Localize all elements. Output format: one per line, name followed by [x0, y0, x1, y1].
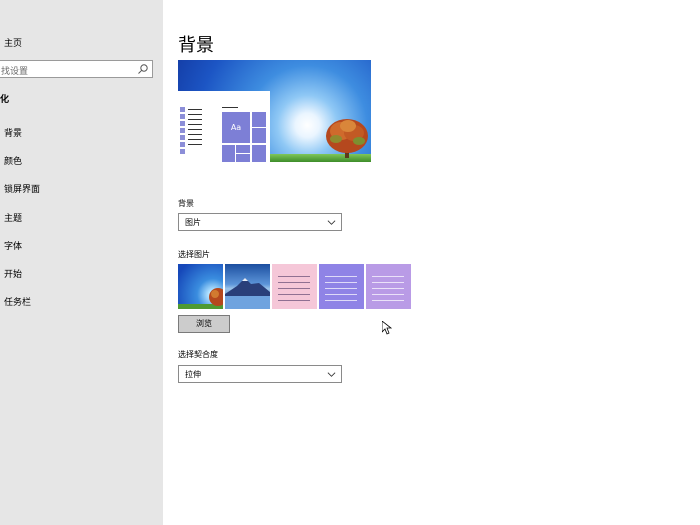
sidebar-item-colors[interactable]: 颜色: [4, 154, 22, 167]
mockup-tile: [252, 128, 266, 143]
handwriting-lines: [325, 276, 357, 306]
background-dropdown[interactable]: 图片: [178, 213, 342, 231]
sidebar-item-taskbar[interactable]: 任务栏: [4, 295, 31, 308]
picture-thumbnail-5[interactable]: [366, 264, 411, 309]
mockup-tile-aa: Aa: [222, 112, 250, 143]
mockup-tile: [222, 145, 235, 162]
mockup-tile: [252, 112, 266, 127]
sidebar-item-lockscreen[interactable]: 锁屏界面: [4, 182, 40, 195]
search-placeholder: 找设置: [1, 67, 29, 77]
mockup-menu-lines: [188, 109, 204, 149]
handwriting-lines: [372, 276, 404, 306]
page-title: 背景: [178, 35, 214, 56]
main-content: 背景 Aa 背景 图片 选择图片 浏览 选择契合度 拉伸: [163, 0, 700, 525]
picture-thumbnail-3[interactable]: [272, 264, 317, 309]
chevron-down-icon: [327, 372, 336, 377]
home-link[interactable]: 主页: [4, 36, 22, 49]
picture-thumbnail-4[interactable]: [319, 264, 364, 309]
mouse-cursor-icon: [382, 321, 392, 335]
window-mockup: Aa: [178, 91, 270, 162]
sidebar-item-start[interactable]: 开始: [4, 267, 22, 280]
tree-thumbnail-icon: [178, 288, 223, 309]
background-dropdown-value: 图片: [185, 218, 201, 227]
section-heading: 化: [0, 95, 10, 105]
choose-picture-label: 选择图片: [178, 250, 210, 259]
desktop-preview: Aa: [178, 60, 371, 162]
mockup-title-line: [222, 107, 238, 108]
sidebar: 主页 找设置 化 背景 颜色 锁屏界面 主题 字体 开始 任务栏: [0, 0, 163, 525]
sidebar-item-background[interactable]: 背景: [4, 126, 22, 139]
picture-thumbnail-1[interactable]: [178, 264, 223, 309]
mockup-side-tiles: [180, 107, 186, 162]
fit-label: 选择契合度: [178, 350, 218, 359]
fit-dropdown-value: 拉伸: [185, 370, 201, 379]
mockup-tile: [252, 145, 266, 162]
sidebar-item-fonts[interactable]: 字体: [4, 239, 22, 252]
browse-button[interactable]: 浏览: [178, 315, 230, 333]
mountain-thumbnail-icon: [225, 278, 270, 309]
fit-dropdown[interactable]: 拉伸: [178, 365, 342, 383]
mockup-tile: [236, 145, 250, 153]
picture-thumbnail-2[interactable]: [225, 264, 270, 309]
sidebar-item-themes[interactable]: 主题: [4, 211, 22, 224]
search-input[interactable]: 找设置: [0, 60, 153, 78]
tree-image: [326, 119, 368, 158]
mockup-tile: [236, 154, 250, 162]
background-label: 背景: [178, 199, 194, 208]
handwriting-lines: [278, 276, 310, 306]
chevron-down-icon: [327, 220, 336, 225]
search-icon[interactable]: [137, 63, 149, 75]
